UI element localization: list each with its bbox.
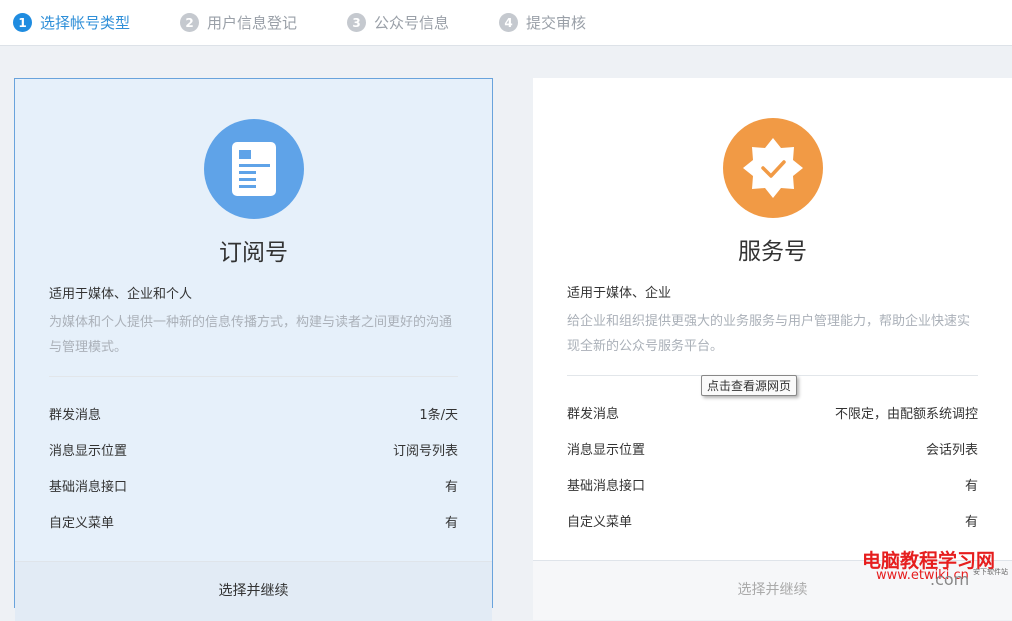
tooltip: 点击查看源网页: [701, 375, 798, 396]
step-2: 2 用户信息登记: [180, 12, 297, 33]
feature-value: 有: [444, 479, 458, 495]
step-number: 1: [13, 13, 32, 32]
step-label: 用户信息登记: [207, 14, 298, 32]
feature-label: 自定义菜单: [49, 515, 115, 531]
step-label: 选择帐号类型: [40, 14, 131, 32]
card-title: 订阅号: [219, 240, 288, 266]
feature-label: 基础消息接口: [567, 478, 646, 494]
step-label: 公众号信息: [374, 14, 450, 32]
feature-label: 消息显示位置: [49, 443, 128, 459]
step-number: 4: [499, 13, 519, 32]
step-number: 3: [347, 13, 367, 32]
card-title: 服务号: [738, 239, 807, 265]
feature-row: 群发消息 1条/天: [49, 395, 458, 431]
select-continue-button[interactable]: 选择并继续: [15, 561, 492, 621]
card-description: 给企业和组织提供更强大的业务服务与用户管理能力，帮助企业快速实现全新的公众号服务…: [567, 314, 971, 354]
watermark-com: .com: [930, 570, 970, 589]
watermark-site: 安下软件站: [973, 568, 1008, 576]
feature-label: 消息显示位置: [567, 442, 646, 458]
feature-value: 有: [444, 515, 458, 531]
subscription-account-card[interactable]: 订阅号 适用于媒体、企业和个人 为媒体和个人提供一种新的信息传播方式，构建与读者…: [14, 78, 493, 621]
feature-value: 不限定，由配额系统调控: [834, 406, 978, 422]
step-3: 3 公众号信息: [347, 12, 449, 33]
service-account-card[interactable]: 服务号 适用于媒体、企业 给企业和组织提供更强大的业务服务与用户管理能力，帮助企…: [533, 78, 1012, 620]
feature-row: 消息显示位置 订阅号列表: [49, 431, 458, 467]
divider: [49, 376, 458, 377]
step-indicator: 1 选择帐号类型 2 用户信息登记 3 公众号信息 4 提交审核: [0, 0, 1012, 46]
feature-value: 会话列表: [925, 442, 978, 458]
verified-badge-icon: [722, 118, 823, 218]
feature-row: 群发消息 不限定，由配额系统调控: [567, 394, 978, 430]
feature-value: 订阅号列表: [392, 443, 458, 459]
card-subtitle: 适用于媒体、企业和个人: [49, 287, 193, 302]
feature-row: 消息显示位置 会话列表: [567, 430, 978, 466]
feature-label: 自定义菜单: [567, 514, 633, 530]
step-number: 2: [180, 13, 200, 32]
step-1: 1 选择帐号类型: [13, 12, 130, 33]
feature-row: 基础消息接口 有: [567, 466, 978, 502]
feature-row: 自定义菜单 有: [49, 503, 458, 539]
feature-row: 自定义菜单 有: [567, 502, 978, 538]
step-4: 4 提交审核: [499, 12, 586, 33]
feature-value: 1条/天: [419, 407, 458, 423]
feature-label: 群发消息: [49, 407, 102, 423]
card-subtitle: 适用于媒体、企业: [567, 286, 672, 301]
feature-label: 基础消息接口: [49, 479, 128, 495]
step-label: 提交审核: [526, 14, 587, 32]
feature-row: 基础消息接口 有: [49, 467, 458, 503]
document-icon: [203, 119, 304, 219]
feature-label: 群发消息: [567, 406, 620, 422]
card-description: 为媒体和个人提供一种新的信息传播方式，构建与读者之间更好的沟通与管理模式。: [49, 315, 453, 355]
feature-value: 有: [964, 514, 978, 530]
feature-value: 有: [964, 478, 978, 494]
